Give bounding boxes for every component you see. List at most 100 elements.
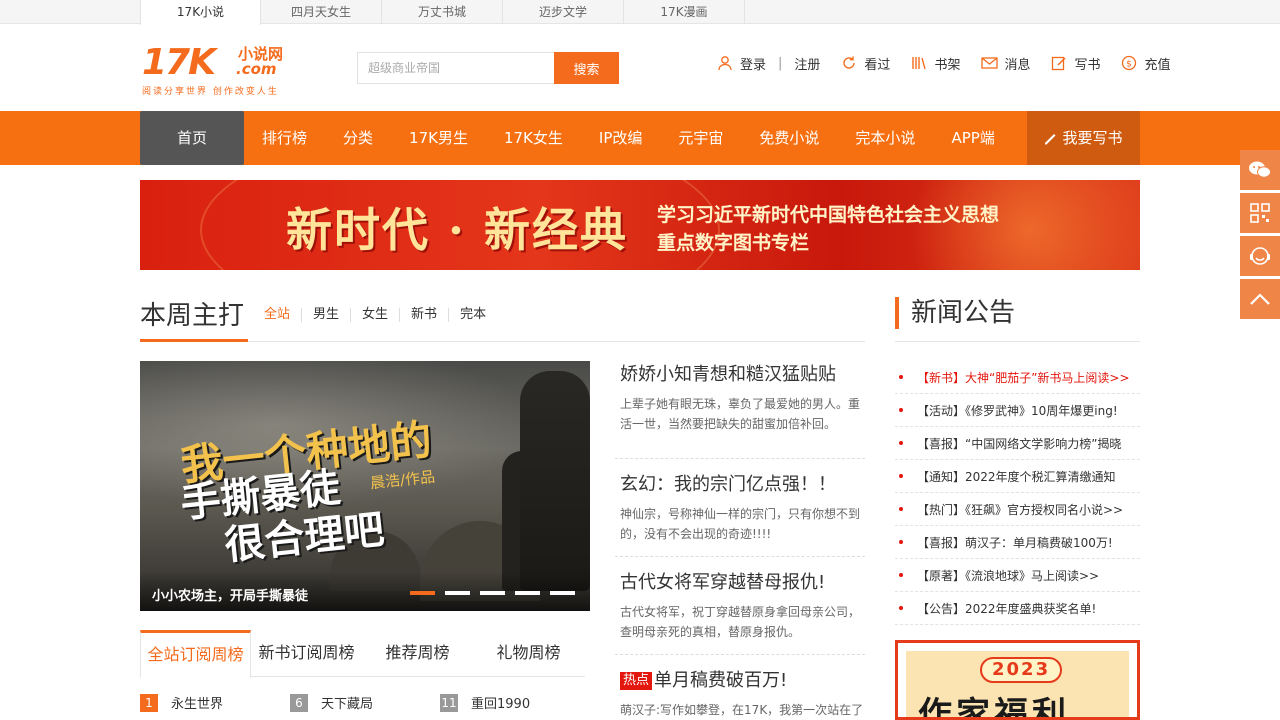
carousel-dot[interactable] — [550, 591, 575, 595]
login-link[interactable]: 登录 — [740, 54, 766, 73]
rank-number: 11 — [440, 693, 458, 712]
user-icon — [716, 54, 734, 72]
nav-home[interactable]: 首页 — [140, 111, 244, 165]
feature-carousel[interactable]: 我一个种地的 手撕暴徒 很合理吧 晨浩/作品 小小农场主，开局手撕暴徒 — [140, 361, 590, 611]
customer-service-button[interactable] — [1240, 236, 1280, 276]
search-button[interactable]: 搜索 — [554, 52, 619, 84]
rank-title[interactable]: 天下藏局 — [321, 693, 373, 712]
messages-link[interactable]: 消息 — [1004, 54, 1030, 73]
bookshelf-icon — [910, 54, 928, 72]
bookshelf-link[interactable]: 书架 — [934, 54, 960, 73]
site-tab-17k[interactable]: 17K小说 — [140, 0, 261, 25]
nav-female[interactable]: 17K女生 — [486, 111, 581, 165]
writer-benefit-banner[interactable]: 2023 作家福利 — [895, 640, 1140, 720]
nav-finished[interactable]: 完本小说 — [837, 111, 933, 165]
site-tab-wanzhang[interactable]: 万丈书城 — [382, 0, 503, 24]
carousel-dot[interactable] — [480, 591, 505, 595]
news-title: 新闻公告 — [895, 297, 1015, 329]
register-link[interactable]: 注册 — [794, 54, 820, 73]
site-tab-comic[interactable]: 17K漫画 — [624, 0, 745, 24]
nav-ranking[interactable]: 排行榜 — [244, 111, 325, 165]
news-item-text: 【活动】《修罗武神》10周年爆更ing! — [917, 403, 1118, 418]
story-title[interactable]: 古代女将军穿越替母报仇! — [620, 572, 825, 593]
story-desc: 神仙宗，号称神仙一样的宗门，只有你想不到的，没有不会出现的奇迹!!!! — [620, 507, 861, 541]
floating-toolbar — [1240, 150, 1280, 322]
site-tab-maibu[interactable]: 迈步文学 — [503, 0, 624, 24]
story-title[interactable]: 单月稿费破百万! — [654, 670, 787, 691]
carousel-dot[interactable] — [515, 591, 540, 595]
news-item[interactable]: 【公告】2022年度盛典获奖名单! — [895, 592, 1140, 625]
story-desc: 萌汉子:写作如攀登，在17K，我第一次站在了如此的高山之上 — [620, 703, 864, 717]
news-item-text: 【热门】《狂飙》官方授权同名小说>> — [917, 502, 1124, 517]
wechat-button[interactable] — [1240, 150, 1280, 190]
nav-write-button[interactable]: 我要写书 — [1027, 111, 1140, 165]
news-item[interactable]: 【通知】2022年度个税汇算清缴通知 — [895, 460, 1140, 493]
nav-ip[interactable]: IP改编 — [581, 111, 660, 165]
rank-tab-new[interactable]: 新书订阅周榜 — [251, 630, 362, 676]
weekly-tab-new[interactable]: 新书 — [399, 308, 448, 322]
rank-tab-gift[interactable]: 礼物周榜 — [473, 630, 584, 676]
chevron-up-icon — [1249, 292, 1271, 306]
rank-title[interactable]: 重回1990 — [471, 693, 530, 712]
news-item[interactable]: 【喜报】萌汉子：单月稿费破100万! — [895, 526, 1140, 559]
nav-category[interactable]: 分类 — [325, 111, 391, 165]
news-item-text: 【喜报】“中国网络文学影响力榜”揭晓 — [917, 436, 1122, 451]
story-item: 热点单月稿费破百万! 萌汉子:写作如攀登，在17K，我第一次站在了如此的高山之上 — [615, 655, 865, 720]
rank-tab-recommend[interactable]: 推荐周榜 — [362, 630, 473, 676]
site-tab-siyuetian[interactable]: 四月天女生 — [261, 0, 382, 24]
news-item-text: 【通知】2022年度个税汇算清缴通知 — [917, 469, 1116, 484]
logo-domain: .com — [236, 60, 277, 78]
rank-row: 11 重回1990 — [440, 693, 530, 712]
weekly-tab-female[interactable]: 女生 — [350, 308, 399, 322]
carousel-dots — [410, 591, 575, 595]
carousel-dot[interactable] — [445, 591, 470, 595]
news-header: 新闻公告 — [895, 297, 1140, 342]
nav-app[interactable]: APP端 — [933, 111, 1012, 165]
write-link[interactable]: 写书 — [1074, 54, 1100, 73]
search-input[interactable] — [357, 52, 554, 84]
news-item[interactable]: 【新书】大神“肥茄子”新书马上阅读>> — [895, 361, 1140, 394]
story-title[interactable]: 娇娇小知青想和糙汉猛贴贴 — [620, 364, 836, 385]
logo-main: 17K — [142, 42, 216, 83]
promo-banner[interactable]: 新时代 · 新经典 学习习近平新时代中国特色社会主义思想 重点数字图书专栏 — [140, 180, 1140, 270]
qrcode-button[interactable] — [1240, 193, 1280, 233]
nav-free[interactable]: 免费小说 — [741, 111, 837, 165]
carousel-dot[interactable] — [410, 591, 435, 595]
coin-icon: $ — [1120, 54, 1138, 72]
qrcode-icon — [1250, 203, 1270, 223]
bullet-icon — [899, 441, 903, 445]
nav-male[interactable]: 17K男生 — [391, 111, 486, 165]
weekly-tab-male[interactable]: 男生 — [301, 308, 350, 322]
news-item[interactable]: 【喜报】“中国网络文学影响力榜”揭晓 — [895, 427, 1140, 460]
rank-title[interactable]: 永生世界 — [171, 693, 223, 712]
news-item[interactable]: 【活动】《修罗武神》10周年爆更ing! — [895, 394, 1140, 427]
hot-badge: 热点 — [620, 672, 653, 690]
header: 17K 小说网 .com 阅读分享世界 创作改变人生 搜索 登录 | 注册 看过… — [0, 24, 1280, 111]
rank-row: 6 天下藏局 — [290, 693, 373, 712]
banner-subtitle-2: 重点数字图书专栏 — [657, 232, 810, 254]
weekly-title: 本周主打 — [140, 297, 249, 342]
headset-icon — [1249, 245, 1271, 267]
search-bar: 搜索 — [357, 52, 619, 84]
story-desc: 上辈子她有眼无珠，辜负了最爱她的男人。重活一世，当然要把缺失的甜蜜加倍补回。 — [620, 397, 861, 431]
rank-tab-subscribe[interactable]: 全站订阅周榜 — [140, 630, 251, 678]
news-item-text: 【原著】《流浪地球》马上阅读>> — [917, 568, 1100, 583]
story-title[interactable]: 玄幻：我的宗门亿点强！！ — [620, 474, 836, 495]
rank-number: 6 — [290, 693, 308, 712]
weekly-tab-finished[interactable]: 完本 — [448, 308, 497, 322]
nav-metaverse[interactable]: 元宇宙 — [660, 111, 741, 165]
feature-soldier-main — [520, 371, 590, 591]
site-logo[interactable]: 17K 小说网 .com 阅读分享世界 创作改变人生 — [140, 44, 300, 98]
back-to-top-button[interactable] — [1240, 279, 1280, 319]
bullet-icon — [899, 606, 903, 610]
bullet-icon — [899, 375, 903, 379]
news-item[interactable]: 【原著】《流浪地球》马上阅读>> — [895, 559, 1140, 592]
history-link[interactable]: 看过 — [864, 54, 890, 73]
user-links: 登录 | 注册 看过 书架 消息 写书 $ 充值 — [716, 53, 1171, 73]
weekly-tab-all[interactable]: 全站 — [264, 308, 301, 322]
recharge-link[interactable]: 充值 — [1144, 54, 1170, 73]
story-desc: 古代女将军，祝丁穿越替原身拿回母亲公司，查明母亲死的真相，替原身报仇。 — [620, 605, 861, 639]
bullet-icon — [899, 474, 903, 478]
logo-slogan: 阅读分享世界 创作改变人生 — [142, 87, 279, 97]
news-item[interactable]: 【热门】《狂飙》官方授权同名小说>> — [895, 493, 1140, 526]
